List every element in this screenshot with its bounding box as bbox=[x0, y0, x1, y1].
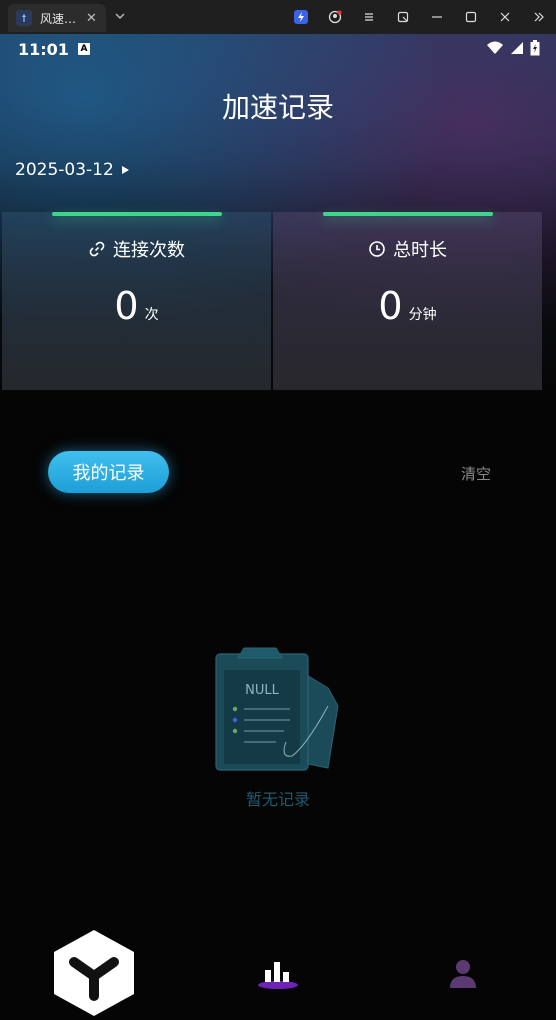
tab-title: 风速… bbox=[40, 11, 77, 26]
stat-value-duration: 0 bbox=[378, 284, 403, 328]
play-arrow-icon bbox=[121, 166, 129, 174]
stat-accent-bar bbox=[323, 212, 493, 216]
status-bar: 11:01 A bbox=[0, 34, 556, 64]
minimize-icon[interactable] bbox=[420, 0, 454, 34]
maximize-icon[interactable] bbox=[454, 0, 488, 34]
stat-unit-connections: 次 bbox=[144, 307, 159, 323]
more-icon[interactable] bbox=[522, 0, 556, 34]
stat-label-connections: 连接次数 bbox=[113, 240, 185, 261]
page-title: 加速记录 bbox=[221, 91, 334, 124]
stat-label-duration: 总时长 bbox=[393, 240, 447, 261]
screenshot-icon[interactable] bbox=[386, 0, 420, 34]
tab-close-button[interactable]: ✕ bbox=[86, 11, 97, 26]
my-records-tab[interactable]: 我的记录 bbox=[48, 451, 169, 493]
status-indicator: A bbox=[78, 43, 90, 55]
clear-button[interactable]: 清空 bbox=[446, 463, 506, 484]
wifi-icon bbox=[487, 41, 503, 54]
status-time: 11:01 bbox=[18, 40, 69, 59]
logo-icon[interactable] bbox=[52, 928, 136, 1018]
stat-card-duration: 总时长 0 分钟 bbox=[273, 212, 542, 390]
stat-card-connections: 连接次数 0 次 bbox=[2, 212, 271, 390]
empty-text: 暂无记录 bbox=[245, 790, 310, 809]
empty-clipboard-icon: NULL bbox=[215, 647, 339, 771]
stats-icon[interactable] bbox=[256, 958, 300, 990]
stat-unit-duration: 分钟 bbox=[408, 307, 437, 323]
bolt-icon[interactable] bbox=[284, 0, 318, 34]
clock-icon bbox=[369, 241, 385, 257]
stats-panel: 连接次数 0 次 总时长 0 分钟 bbox=[2, 212, 542, 390]
stat-accent-bar bbox=[52, 212, 222, 216]
bottom-nav bbox=[0, 920, 556, 1020]
hero-header: 11:01 A 加速记录 2025-03-12 连接次数 0 次 总时长 0 分… bbox=[0, 34, 556, 390]
account-icon[interactable] bbox=[318, 0, 352, 34]
profile-icon[interactable] bbox=[446, 958, 480, 990]
date-text: 2025-03-12 bbox=[15, 160, 114, 180]
stat-value-connections: 0 bbox=[114, 284, 139, 328]
browser-tab[interactable]: 风速… ✕ bbox=[8, 4, 106, 32]
null-badge: NULL bbox=[245, 683, 279, 698]
close-icon[interactable] bbox=[488, 0, 522, 34]
window-titlebar: 风速… ✕ bbox=[0, 0, 556, 34]
chevron-down-icon[interactable] bbox=[112, 8, 128, 24]
app-icon bbox=[16, 10, 32, 26]
battery-icon bbox=[530, 40, 540, 56]
signal-icon bbox=[511, 42, 523, 54]
menu-icon[interactable] bbox=[352, 0, 386, 34]
date-selector[interactable]: 2025-03-12 bbox=[15, 160, 129, 180]
link-icon bbox=[89, 241, 105, 257]
